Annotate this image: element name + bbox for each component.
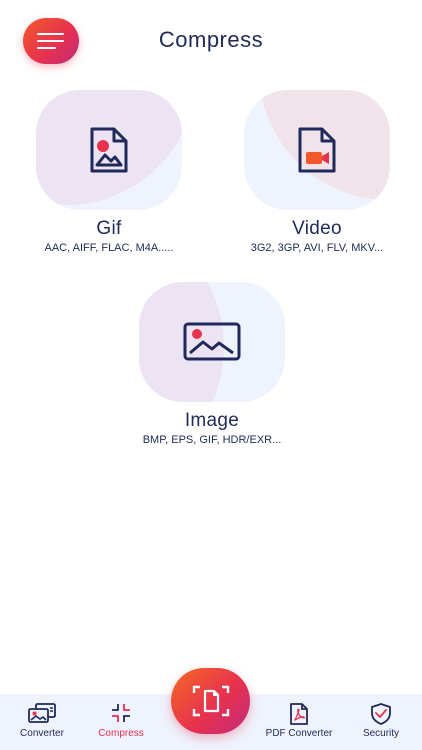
- scan-fab-button[interactable]: [171, 668, 250, 734]
- page-title: Compress: [158, 27, 264, 52]
- scan-document-icon: [192, 685, 229, 717]
- pdf-icon: [290, 703, 308, 725]
- image-tile-formats: BMP, EPS, GIF, HDR/EXR...: [142, 434, 282, 446]
- image-tile-label: Image: [184, 410, 240, 431]
- image-tile[interactable]: [139, 282, 285, 402]
- gif-file-icon: [90, 127, 128, 173]
- nav-label: Compress: [98, 728, 144, 739]
- image-icon: [183, 322, 241, 361]
- gif-tile-label: Gif: [96, 218, 122, 239]
- nav-item-compress[interactable]: Compress: [90, 694, 152, 750]
- converter-icon: [28, 703, 56, 723]
- nav-item-pdf-converter[interactable]: PDF Converter: [256, 694, 342, 750]
- nav-item-converter[interactable]: Converter: [10, 694, 74, 750]
- shield-icon: [371, 703, 391, 725]
- nav-label: Security: [362, 728, 400, 739]
- nav-label: Converter: [20, 728, 64, 739]
- nav-item-security[interactable]: Security: [352, 694, 410, 750]
- gif-tile-formats: AAC, AIFF, FLAC, M4A.....: [44, 242, 174, 254]
- gif-tile[interactable]: [36, 90, 182, 210]
- video-tile[interactable]: [244, 90, 390, 210]
- video-tile-label: Video: [292, 218, 342, 239]
- compress-icon: [112, 704, 130, 722]
- video-file-icon: [298, 127, 336, 173]
- video-tile-formats: 3G2, 3GP, AVI, FLV, MKV...: [250, 242, 384, 254]
- nav-label: PDF Converter: [265, 728, 333, 739]
